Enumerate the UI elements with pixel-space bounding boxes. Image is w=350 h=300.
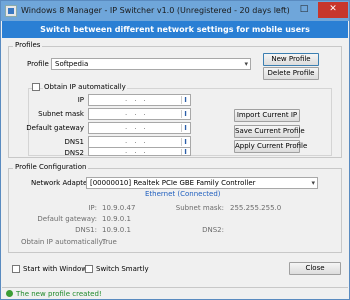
network-adapter-value: [00000010] Realtek PCIe GBE Family Contr…: [90, 179, 256, 187]
import-current-ip-button[interactable]: Import Current IP: [234, 109, 300, 122]
info-gateway-label: Default gateway:: [37, 215, 97, 223]
start-with-windows-label[interactable]: Start with Windows: [23, 265, 91, 273]
info-dns2-label: DNS2:: [202, 226, 224, 234]
dns1-field-label: DNS1: [64, 138, 84, 146]
obtain-ip-label[interactable]: Obtain IP automatically: [43, 83, 127, 91]
save-current-profile-button[interactable]: Save Current Profile: [234, 125, 305, 138]
info-dns1-value: 10.9.0.1: [102, 226, 131, 234]
close-button[interactable]: Close: [289, 262, 341, 275]
info-obtain-label: Obtain IP automatically:: [21, 238, 105, 246]
profile-select-value: Softpedia: [55, 60, 89, 68]
connection-status[interactable]: Ethernet (Connected): [145, 190, 221, 198]
delete-profile-button[interactable]: Delete Profile: [263, 67, 319, 80]
info-obtain-value: True: [102, 238, 117, 246]
info-ip-label: IP:: [88, 204, 97, 212]
subnet-input-icon[interactable]: I: [181, 110, 189, 118]
new-profile-button[interactable]: New Profile: [263, 53, 319, 66]
subnet-field-label: Subnet mask: [38, 110, 84, 118]
close-window-button[interactable]: ✕: [318, 2, 348, 18]
chevron-down-icon: ▾: [244, 60, 248, 68]
info-dns1-label: DNS1:: [75, 226, 97, 234]
dns2-field-label: DNS2: [64, 149, 84, 157]
minimize-button[interactable]: –: [265, 2, 291, 18]
profile-select[interactable]: Softpedia ▾: [51, 58, 251, 70]
start-with-windows-checkbox[interactable]: [12, 265, 20, 273]
network-adapter-label: Network Adapter: [31, 179, 91, 187]
window-title: Windows 8 Manager - IP Switcher v1.0 (Un…: [21, 6, 290, 15]
dns2-input-icon[interactable]: I: [181, 149, 189, 156]
ip-switcher-window: Windows 8 Manager - IP Switcher v1.0 (Un…: [0, 0, 350, 300]
switch-smartly-label[interactable]: Switch Smartly: [96, 265, 149, 273]
info-subnet-label: Subnet mask:: [175, 204, 224, 212]
gateway-field-label: Default gateway: [26, 124, 84, 132]
ip-input[interactable]: ... I: [88, 94, 191, 106]
title-bar[interactable]: Windows 8 Manager - IP Switcher v1.0 (Un…: [1, 1, 349, 21]
ip-field-label: IP: [77, 96, 84, 104]
switch-smartly-checkbox[interactable]: [85, 265, 93, 273]
dns2-input[interactable]: ... I: [88, 147, 191, 156]
ip-input-icon[interactable]: I: [181, 96, 189, 104]
status-bar: The new profile created!: [2, 287, 348, 299]
info-subnet-value: 255.255.255.0: [230, 204, 282, 212]
network-adapter-select[interactable]: [00000010] Realtek PCIe GBE Family Contr…: [86, 177, 318, 189]
gateway-input[interactable]: ... I: [88, 122, 191, 134]
chevron-down-icon: ▾: [311, 179, 315, 187]
info-ip-value: 10.9.0.47: [102, 204, 136, 212]
app-icon: [5, 5, 17, 17]
profile-config-group-label: Profile Configuration: [13, 163, 89, 171]
subnet-input[interactable]: ... I: [88, 108, 191, 120]
profiles-group-label: Profiles: [13, 41, 43, 49]
info-gateway-value: 10.9.0.1: [102, 215, 131, 223]
gateway-input-icon[interactable]: I: [181, 124, 189, 132]
maximize-button[interactable]: □: [291, 2, 317, 18]
header-banner: Switch between different network setting…: [2, 21, 348, 38]
profile-label: Profile: [27, 60, 49, 68]
apply-current-profile-button[interactable]: Apply Current Profile: [234, 140, 307, 153]
obtain-ip-checkbox[interactable]: [32, 83, 40, 91]
success-icon: [6, 290, 13, 297]
status-message: The new profile created!: [16, 290, 102, 298]
dns1-input-icon[interactable]: I: [181, 138, 189, 146]
